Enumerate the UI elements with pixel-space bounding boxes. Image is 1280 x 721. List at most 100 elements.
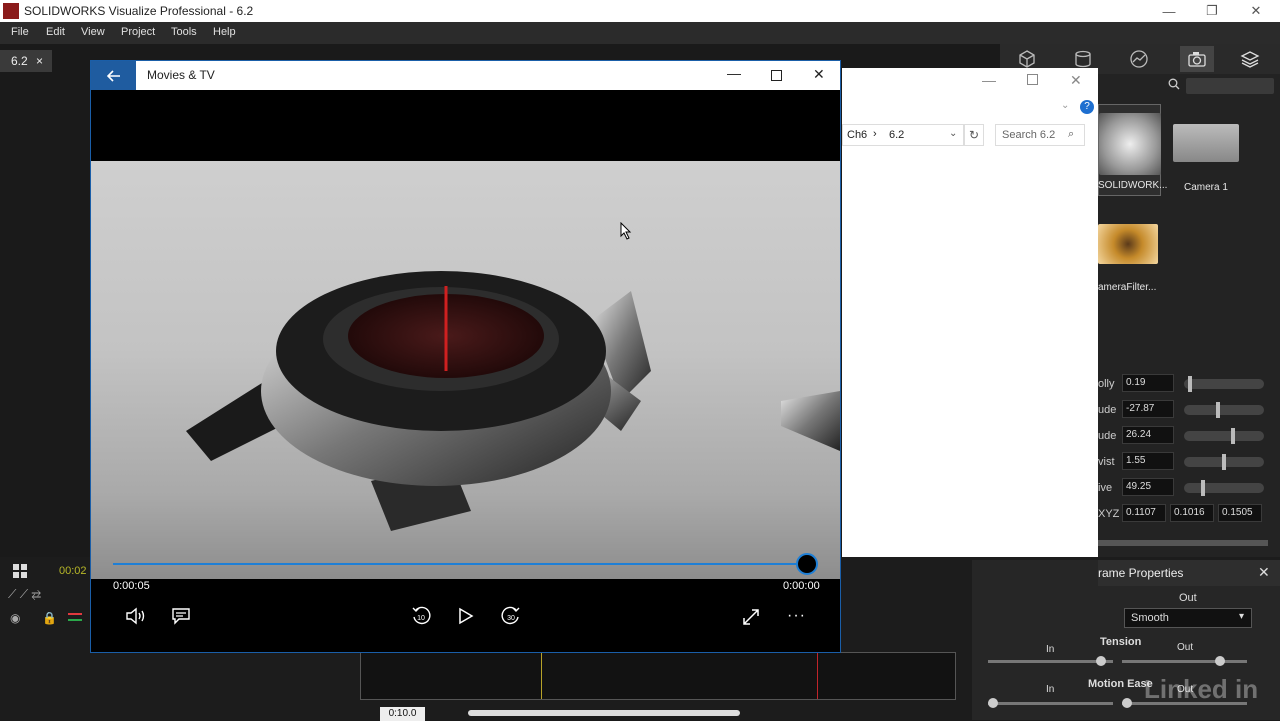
minimize-button[interactable]: —: [727, 65, 741, 81]
prop-label: ive: [1098, 482, 1113, 494]
prop-field[interactable]: 1.55: [1122, 452, 1174, 470]
prop-field[interactable]: 0.19: [1122, 374, 1174, 392]
mouse-cursor: [620, 222, 632, 240]
prop-slider[interactable]: [1184, 454, 1264, 470]
menu-file[interactable]: File: [11, 26, 29, 38]
cameras-tab-icon[interactable]: [1180, 46, 1214, 72]
menu-tools[interactable]: Tools: [171, 26, 197, 38]
close-button[interactable]: ✕: [1234, 0, 1278, 22]
tension-in-label: In: [1046, 644, 1055, 655]
menu-bar: File Edit View Project Tools Help: [0, 22, 1280, 44]
dropdown-arrow-icon: ▾: [1239, 611, 1245, 622]
models-tab-icon[interactable]: [1015, 48, 1039, 70]
prop-label: ude: [1098, 430, 1117, 442]
menu-view[interactable]: View: [81, 26, 105, 38]
prop-slider[interactable]: [1184, 480, 1264, 496]
keyframe-properties-header: rame Properties ✕: [1098, 560, 1280, 586]
scenes-tab-icon[interactable]: [1127, 48, 1151, 70]
x-field[interactable]: 0.1107: [1122, 504, 1166, 522]
prop-field[interactable]: -27.87: [1122, 400, 1174, 418]
horizontal-scrollbar[interactable]: [1098, 540, 1268, 546]
movies-tv-title-bar: Movies & TV — ✕: [91, 61, 840, 90]
prop-slider[interactable]: [1184, 376, 1264, 392]
restore-button[interactable]: ❐: [1190, 0, 1234, 22]
interpolation-value: Smooth: [1131, 612, 1169, 624]
playhead-marker: [541, 653, 542, 699]
tension-in-slider[interactable]: [988, 656, 1113, 666]
document-tab[interactable]: 6.2 ×: [0, 50, 52, 72]
z-field[interactable]: 0.1505: [1218, 504, 1262, 522]
close-icon[interactable]: ✕: [1258, 564, 1270, 581]
out-label: Out: [1179, 592, 1197, 604]
prop-label: ude: [1098, 404, 1117, 416]
skip-back-10-icon[interactable]: 10: [410, 605, 432, 627]
breadcrumb-item[interactable]: 6.2: [889, 129, 904, 141]
libraries-tab-icon[interactable]: [1238, 48, 1262, 70]
prop-field[interactable]: 26.24: [1122, 426, 1174, 444]
timeline-scrollbar[interactable]: [468, 710, 740, 716]
refresh-icon[interactable]: ↻: [964, 124, 984, 146]
back-button[interactable]: [91, 61, 136, 90]
svg-text:10: 10: [417, 615, 425, 622]
close-button[interactable]: ✕: [813, 66, 825, 83]
animation-curve-icon[interactable]: [66, 609, 84, 625]
svg-text:30: 30: [507, 615, 515, 622]
minimize-icon[interactable]: —: [982, 72, 996, 88]
chevron-down-icon[interactable]: ⌄: [1061, 100, 1069, 111]
prop-label: vist: [1098, 456, 1115, 468]
seek-thumb[interactable]: [796, 553, 818, 575]
skip-forward-30-icon[interactable]: 30: [500, 605, 522, 627]
maximize-button[interactable]: [771, 70, 782, 81]
volume-icon[interactable]: [125, 607, 147, 625]
interpolation-dropdown[interactable]: Smooth ▾: [1124, 608, 1252, 628]
search-field[interactable]: Search 6.2 ⌕: [995, 124, 1085, 146]
visibility-icon[interactable]: ◉: [10, 611, 20, 625]
menu-project[interactable]: Project: [121, 26, 155, 38]
camera-thumbnail: [1099, 113, 1161, 175]
camera-label: Camera 1: [1184, 182, 1228, 193]
menu-edit[interactable]: Edit: [46, 26, 65, 38]
ease-in-slider[interactable]: [988, 698, 1113, 708]
prop-label: olly: [1098, 378, 1115, 390]
movies-tv-window: Movies & TV — ✕ 0:00:05 0:00:00 10 30 ··…: [90, 60, 841, 653]
linkedin-watermark: Linked in: [1144, 674, 1259, 704]
camera-thumbnail[interactable]: [1098, 224, 1158, 264]
y-field[interactable]: 0.1016: [1170, 504, 1214, 522]
timeline-track[interactable]: [360, 652, 956, 700]
search-icon: ⌕: [1068, 128, 1075, 140]
search-icon: [1168, 78, 1180, 90]
menu-help[interactable]: Help: [213, 26, 236, 38]
seek-bar[interactable]: [113, 563, 807, 565]
close-icon[interactable]: ✕: [1070, 72, 1082, 89]
minimize-button[interactable]: —: [1147, 0, 1191, 22]
help-icon[interactable]: ?: [1080, 100, 1094, 114]
breadcrumb-separator: ›: [873, 128, 877, 140]
video-frame[interactable]: [91, 161, 840, 579]
maximize-icon[interactable]: [1027, 74, 1038, 85]
grid-icon[interactable]: [12, 563, 28, 579]
camera-thumbnail[interactable]: [1173, 124, 1239, 162]
document-tab-label: 6.2: [11, 54, 28, 68]
chevron-down-icon[interactable]: ⌄: [949, 128, 957, 139]
more-options-icon[interactable]: ···: [787, 607, 806, 625]
appearances-tab-icon[interactable]: [1071, 48, 1095, 70]
playback-controls: 0:00:05 0:00:00 10 30 ···: [91, 553, 840, 652]
remaining-time: 0:00:00: [783, 580, 820, 592]
tension-label: Tension: [1100, 636, 1142, 648]
captions-icon[interactable]: [171, 607, 191, 625]
document-tab-close-icon[interactable]: ×: [36, 54, 43, 68]
prop-slider[interactable]: [1184, 402, 1264, 418]
key-tools-icon[interactable]: ⟋ ⟋ ⇄: [8, 587, 41, 602]
camera-search-input[interactable]: [1186, 78, 1274, 94]
prop-slider[interactable]: [1184, 428, 1264, 444]
tension-out-slider[interactable]: [1122, 656, 1247, 666]
lock-icon[interactable]: 🔒: [42, 611, 57, 625]
time-field[interactable]: 0:10.0: [380, 707, 425, 721]
prop-field[interactable]: 49.25: [1122, 478, 1174, 496]
address-bar[interactable]: Ch6 › 6.2 ⌄: [842, 124, 964, 146]
app-title-bar: SOLIDWORKS Visualize Professional - 6.2 …: [0, 0, 1280, 22]
fullscreen-icon[interactable]: [741, 607, 761, 627]
play-icon[interactable]: [458, 607, 474, 625]
breadcrumb-item[interactable]: Ch6: [847, 129, 867, 141]
window-title: Movies & TV: [147, 68, 215, 82]
